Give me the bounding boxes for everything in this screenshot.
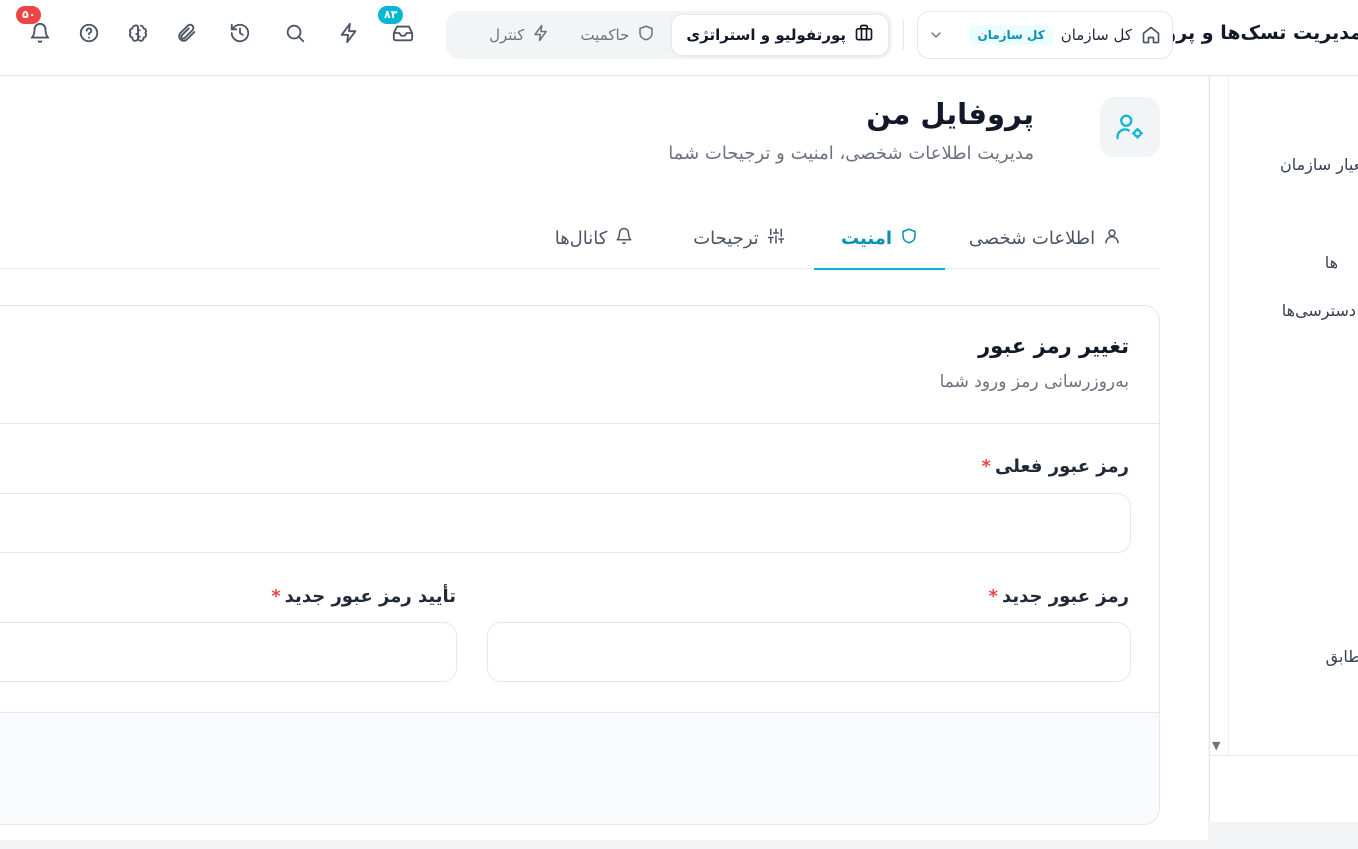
tab-label: امنیت xyxy=(840,227,893,249)
required-mark: * xyxy=(271,586,281,607)
sidebar-item-partial-1[interactable]: ها xyxy=(1325,253,1338,272)
label-text: رمز عبور فعلی xyxy=(994,456,1129,477)
attachments-button[interactable] xyxy=(171,20,201,50)
inbox-icon xyxy=(392,22,414,48)
inbox-count-badge: ۸۳ xyxy=(378,6,404,24)
briefcase-icon xyxy=(854,23,874,47)
sidebar-item-access[interactable]: دسترسی‌ها xyxy=(1282,301,1356,320)
mode-control[interactable]: کنترل xyxy=(475,14,564,56)
tab-security[interactable]: امنیت xyxy=(814,207,945,270)
shield-icon xyxy=(900,227,918,250)
page-title: پروفایل من xyxy=(866,97,1034,131)
org-name: کل سازمان xyxy=(1060,26,1132,44)
notifications-button[interactable] xyxy=(25,20,55,50)
card-title: تغییر رمز عبور xyxy=(978,334,1129,358)
confirm-password-label: تأیید رمز عبور جدید* xyxy=(271,586,456,607)
tab-label: اطلاعات شخصی xyxy=(968,227,1096,249)
help-icon xyxy=(78,22,100,48)
sliders-icon xyxy=(767,227,785,250)
org-selector[interactable]: کل سازمان کل سازمان xyxy=(917,11,1173,59)
new-password-label: رمز عبور جدید* xyxy=(989,586,1129,607)
bell-icon xyxy=(615,227,633,250)
right-sidebar: معیار سازمان ها دسترسی‌ها مطابق ▼ xyxy=(1209,77,1358,822)
required-mark: * xyxy=(981,456,991,477)
bolt-icon xyxy=(532,24,550,46)
current-password-label: رمز عبور فعلی* xyxy=(982,456,1129,477)
help-button[interactable] xyxy=(74,20,104,50)
inbox-button[interactable] xyxy=(388,20,418,50)
current-password-input[interactable] xyxy=(0,493,1131,553)
sidebar-item-partial-2[interactable]: مطابق xyxy=(1326,647,1358,666)
new-password-input[interactable] xyxy=(487,622,1131,682)
bell-icon xyxy=(29,22,51,48)
user-settings-icon xyxy=(1100,97,1160,157)
org-scope-badge: کل سازمان xyxy=(969,25,1053,45)
required-mark: * xyxy=(988,586,998,607)
search-icon xyxy=(284,22,306,48)
sidebar-list: معیار سازمان ها دسترسی‌ها مطابق xyxy=(1228,77,1358,755)
card-header: تغییر رمز عبور به‌روزرسانی رمز ورود شما xyxy=(0,306,1159,424)
search-button[interactable] xyxy=(280,20,310,50)
page-header: پروفایل من مدیریت اطلاعات شخصی، امنیت و … xyxy=(0,77,1160,187)
tab-label: ترجیحات xyxy=(693,227,759,249)
bolt-icon xyxy=(338,22,360,48)
header-divider xyxy=(903,20,904,50)
tab-label: کانال‌ها xyxy=(554,227,608,249)
shield-icon xyxy=(637,24,655,46)
paperclip-icon xyxy=(175,22,197,48)
mode-governance[interactable]: حاکمیت xyxy=(566,14,669,56)
card-footer xyxy=(0,712,1159,824)
ai-assistant-button[interactable] xyxy=(123,20,153,50)
notification-count-badge: ۵۰ xyxy=(16,6,42,24)
scroll-down-arrow-icon[interactable]: ▼ xyxy=(1212,739,1220,752)
mode-label: کنترل xyxy=(489,26,525,44)
mode-switcher: پورتفولیو و استراتژی حاکمیت کنترل xyxy=(446,11,892,59)
label-text: تأیید رمز عبور جدید xyxy=(284,586,456,607)
brain-icon xyxy=(127,22,149,48)
confirm-password-input[interactable] xyxy=(0,622,457,682)
tab-preferences[interactable]: ترجیحات xyxy=(664,207,814,269)
card-subtitle: به‌روزرسانی رمز ورود شما xyxy=(939,372,1129,392)
page-subtitle: مدیریت اطلاعات شخصی، امنیت و ترجیحات شما xyxy=(668,143,1034,164)
quick-actions-button[interactable] xyxy=(334,20,364,50)
top-bar: مدیریت تسک‌ها و پروژه‌ها کل سازمان کل سا… xyxy=(0,0,1358,76)
mode-portfolio-strategy[interactable]: پورتفولیو و استراتژی xyxy=(671,14,889,56)
user-icon xyxy=(1103,227,1121,250)
mode-label: پورتفولیو و استراتژی xyxy=(686,26,846,44)
tab-channels[interactable]: کانال‌ها xyxy=(524,207,664,269)
mode-label: حاکمیت xyxy=(580,26,630,44)
sidebar-footer-divider xyxy=(1210,755,1358,756)
sidebar-item-org-criteria[interactable]: معیار سازمان xyxy=(1280,155,1358,174)
history-icon xyxy=(229,22,251,48)
home-icon xyxy=(1140,24,1162,46)
main-content: پروفایل من مدیریت اطلاعات شخصی، امنیت و … xyxy=(0,77,1208,840)
tab-personal-info[interactable]: اطلاعات شخصی xyxy=(945,207,1145,269)
label-text: رمز عبور جدید xyxy=(1001,586,1129,607)
history-button[interactable] xyxy=(225,20,255,50)
chevron-down-icon xyxy=(928,27,944,43)
change-password-card: تغییر رمز عبور به‌روزرسانی رمز ورود شما … xyxy=(0,305,1160,825)
profile-tabs: اطلاعات شخصی امنیت ترجیحات کانال‌ها xyxy=(0,207,1160,270)
